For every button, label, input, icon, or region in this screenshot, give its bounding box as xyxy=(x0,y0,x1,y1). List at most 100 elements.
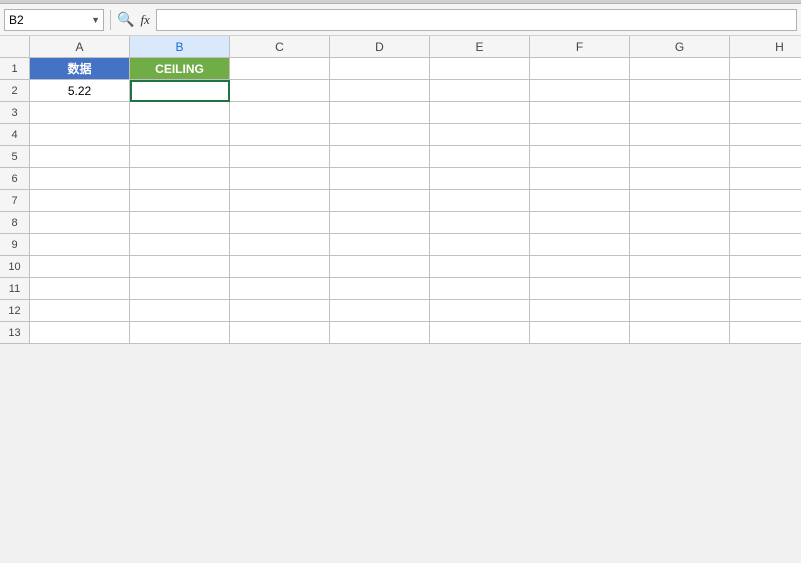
cell-A6[interactable] xyxy=(30,168,130,190)
cell-D12[interactable] xyxy=(330,300,430,322)
cell-F13[interactable] xyxy=(530,322,630,344)
cell-A13[interactable] xyxy=(30,322,130,344)
cell-G1[interactable] xyxy=(630,58,730,80)
cell-H13[interactable] xyxy=(730,322,801,344)
cell-G3[interactable] xyxy=(630,102,730,124)
cell-A8[interactable] xyxy=(30,212,130,234)
row-header-12[interactable]: 12 xyxy=(0,300,30,322)
cell-D9[interactable] xyxy=(330,234,430,256)
cell-C1[interactable] xyxy=(230,58,330,80)
cell-D6[interactable] xyxy=(330,168,430,190)
cell-F1[interactable] xyxy=(530,58,630,80)
row-header-11[interactable]: 11 xyxy=(0,278,30,300)
cell-A9[interactable] xyxy=(30,234,130,256)
cell-G2[interactable] xyxy=(630,80,730,102)
cell-C4[interactable] xyxy=(230,124,330,146)
cell-H8[interactable] xyxy=(730,212,801,234)
cell-B4[interactable] xyxy=(130,124,230,146)
cell-E10[interactable] xyxy=(430,256,530,278)
col-header-G[interactable]: G xyxy=(630,36,730,58)
cell-G11[interactable] xyxy=(630,278,730,300)
cell-B1[interactable]: CEILING xyxy=(130,58,230,80)
cell-A3[interactable] xyxy=(30,102,130,124)
cell-D1[interactable] xyxy=(330,58,430,80)
cell-F3[interactable] xyxy=(530,102,630,124)
cell-F2[interactable] xyxy=(530,80,630,102)
cell-C13[interactable] xyxy=(230,322,330,344)
name-box[interactable]: B2 ▼ xyxy=(4,9,104,31)
cell-C12[interactable] xyxy=(230,300,330,322)
cell-B11[interactable] xyxy=(130,278,230,300)
cell-B5[interactable] xyxy=(130,146,230,168)
cell-F7[interactable] xyxy=(530,190,630,212)
cell-D8[interactable] xyxy=(330,212,430,234)
cell-E5[interactable] xyxy=(430,146,530,168)
cell-B3[interactable] xyxy=(130,102,230,124)
cell-C7[interactable] xyxy=(230,190,330,212)
cell-H10[interactable] xyxy=(730,256,801,278)
cell-A10[interactable] xyxy=(30,256,130,278)
cell-D13[interactable] xyxy=(330,322,430,344)
cell-G10[interactable] xyxy=(630,256,730,278)
cell-H9[interactable] xyxy=(730,234,801,256)
col-header-E[interactable]: E xyxy=(430,36,530,58)
cell-E13[interactable] xyxy=(430,322,530,344)
cell-H2[interactable] xyxy=(730,80,801,102)
cell-C3[interactable] xyxy=(230,102,330,124)
row-header-2[interactable]: 2 xyxy=(0,80,30,102)
cell-F12[interactable] xyxy=(530,300,630,322)
cell-A12[interactable] xyxy=(30,300,130,322)
zoom-icon[interactable]: 🔍 xyxy=(117,11,134,28)
cell-D11[interactable] xyxy=(330,278,430,300)
cell-G4[interactable] xyxy=(630,124,730,146)
cell-F11[interactable] xyxy=(530,278,630,300)
cell-E9[interactable] xyxy=(430,234,530,256)
cell-G8[interactable] xyxy=(630,212,730,234)
cell-G12[interactable] xyxy=(630,300,730,322)
cell-A4[interactable] xyxy=(30,124,130,146)
cell-H3[interactable] xyxy=(730,102,801,124)
cell-D7[interactable] xyxy=(330,190,430,212)
row-header-13[interactable]: 13 xyxy=(0,322,30,344)
cell-B2[interactable] xyxy=(130,80,230,102)
cell-H4[interactable] xyxy=(730,124,801,146)
row-header-3[interactable]: 3 xyxy=(0,102,30,124)
row-header-7[interactable]: 7 xyxy=(0,190,30,212)
col-header-A[interactable]: A xyxy=(30,36,130,58)
cell-H7[interactable] xyxy=(730,190,801,212)
col-header-H[interactable]: H xyxy=(730,36,801,58)
cell-F5[interactable] xyxy=(530,146,630,168)
cell-C6[interactable] xyxy=(230,168,330,190)
cell-E12[interactable] xyxy=(430,300,530,322)
cell-G9[interactable] xyxy=(630,234,730,256)
cell-D3[interactable] xyxy=(330,102,430,124)
cell-E4[interactable] xyxy=(430,124,530,146)
cell-C5[interactable] xyxy=(230,146,330,168)
cell-E8[interactable] xyxy=(430,212,530,234)
cell-A2[interactable]: 5.22 xyxy=(30,80,130,102)
row-header-4[interactable]: 4 xyxy=(0,124,30,146)
cell-C2[interactable] xyxy=(230,80,330,102)
row-header-6[interactable]: 6 xyxy=(0,168,30,190)
cell-E7[interactable] xyxy=(430,190,530,212)
cell-F8[interactable] xyxy=(530,212,630,234)
cell-D5[interactable] xyxy=(330,146,430,168)
cell-F10[interactable] xyxy=(530,256,630,278)
cell-A1[interactable]: 数据 xyxy=(30,58,130,80)
cell-B6[interactable] xyxy=(130,168,230,190)
cell-B13[interactable] xyxy=(130,322,230,344)
row-header-10[interactable]: 10 xyxy=(0,256,30,278)
cell-F9[interactable] xyxy=(530,234,630,256)
cell-E2[interactable] xyxy=(430,80,530,102)
cell-E1[interactable] xyxy=(430,58,530,80)
row-header-1[interactable]: 1 xyxy=(0,58,30,80)
cell-E11[interactable] xyxy=(430,278,530,300)
cell-D2[interactable] xyxy=(330,80,430,102)
row-header-5[interactable]: 5 xyxy=(0,146,30,168)
cell-F4[interactable] xyxy=(530,124,630,146)
cell-E3[interactable] xyxy=(430,102,530,124)
col-header-C[interactable]: C xyxy=(230,36,330,58)
cell-H1[interactable] xyxy=(730,58,801,80)
cell-B12[interactable] xyxy=(130,300,230,322)
cell-B8[interactable] xyxy=(130,212,230,234)
